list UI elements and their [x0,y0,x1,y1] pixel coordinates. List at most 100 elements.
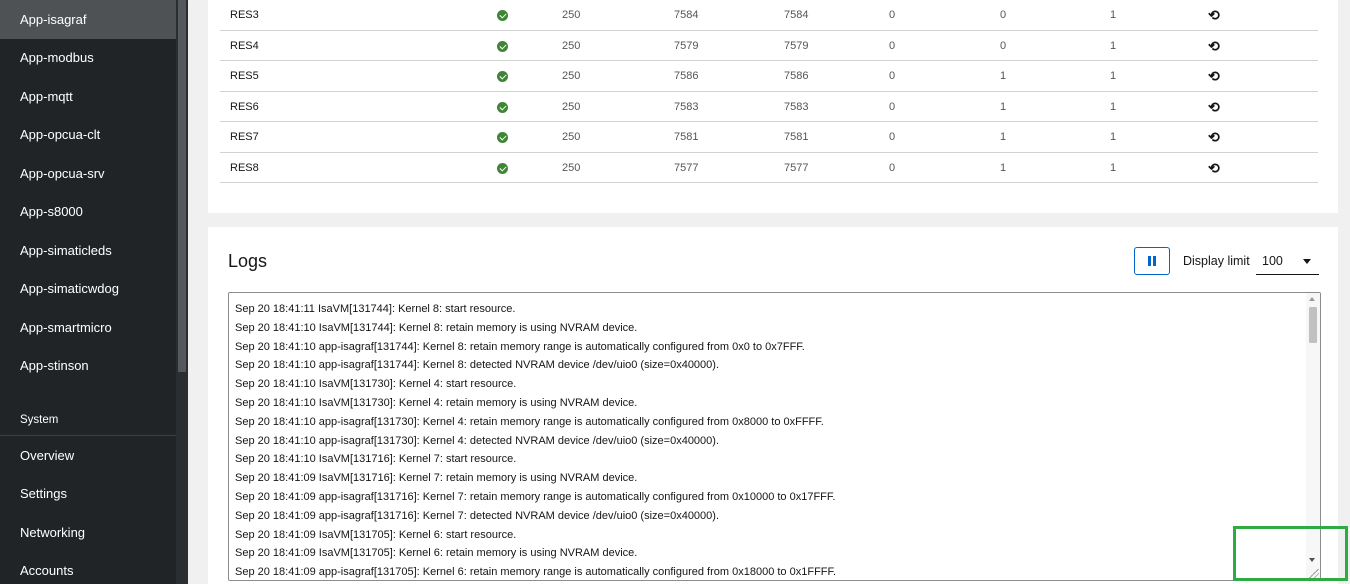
log-line: Sep 20 18:41:09 app-isagraf[131705]: Ker… [235,566,837,579]
sidebar-item-app-modbus[interactable]: App-modbus [0,39,176,78]
sidebar-section-label: System [20,414,59,426]
table-cell: 250 [562,131,581,143]
sidebar-section-system: System [0,405,176,435]
sidebar-item-label: App-stinson [20,358,89,374]
display-limit-select[interactable]: 100 [1256,247,1319,275]
table-cell: 7583 [674,100,699,113]
table-cell: 0 [1000,39,1007,52]
sidebar-item-settings[interactable]: Settings [0,475,176,514]
log-line: Sep 20 18:41:09 app-isagraf[131716]: Ker… [235,509,720,522]
table-cell: 250 [562,9,581,21]
table-cell: 7581 [674,131,699,143]
undo-icon[interactable]: ⟲ [1208,61,1220,91]
table-cell: 7586 [674,70,699,82]
resource-name: RES6 [230,100,259,113]
check-circle-icon [497,0,508,33]
log-line: Sep 20 18:41:10 app-isagraf[131744]: Ker… [235,340,805,353]
sidebar-item-networking[interactable]: Networking [0,513,176,552]
display-limit-label: Display limit [1183,254,1250,268]
sidebar-item-app-simaticwdog[interactable]: App-simaticwdog [0,270,176,309]
log-line: Sep 20 18:41:10 IsaVM[131730]: Kernel 4:… [235,378,517,391]
resource-name: RES7 [230,131,259,143]
table-cell: 0 [889,100,896,113]
table-cell: 7579 [784,39,809,52]
table-cell: 7584 [674,9,699,21]
sidebar-item-app-isagraf[interactable]: App-isagraf [0,0,176,39]
log-line: Sep 20 18:41:10 app-isagraf[131730]: Ker… [235,434,720,447]
display-limit-value: 100 [1262,253,1283,268]
log-line: Sep 20 18:41:09 IsaVM[131716]: Kernel 7:… [235,472,638,485]
table-cell: 0 [889,161,896,174]
sidebar-item-app-smartmicro[interactable]: App-smartmicro [0,308,176,347]
sidebar-item-app-s8000[interactable]: App-s8000 [0,193,176,232]
log-line: Sep 20 18:41:10 IsaVM[131744]: Kernel 8:… [235,321,638,334]
sidebar-item-label: App-mqtt [20,88,73,104]
table-cell: 0 [889,39,896,52]
table-row: RES5 250 7586 7586 0 1 1 ⟲ [220,61,1318,92]
log-scrollbar-thumb[interactable] [1309,307,1317,343]
check-circle-icon [497,31,508,64]
log-textarea[interactable]: Sep 20 18:41:11 IsaVM[131744]: Kernel 8:… [228,292,1321,581]
sidebar-scrollbar-thumb[interactable] [178,0,186,372]
table-cell: 1 [1110,70,1117,82]
sidebar: App-isagraf App-modbus App-mqtt App-opcu… [0,0,188,584]
table-cell: 7577 [674,161,699,174]
scroll-up-arrow-icon[interactable] [1309,297,1315,301]
table-cell: 7577 [784,161,809,174]
log-line: Sep 20 18:41:11 IsaVM[131744]: Kernel 8:… [235,303,516,315]
sidebar-item-app-stinson[interactable]: App-stinson [0,347,176,386]
log-line: Sep 20 18:41:09 app-isagraf[131716]: Ker… [235,490,836,503]
table-cell: 1 [1000,70,1007,82]
sidebar-item-app-mqtt[interactable]: App-mqtt [0,77,176,116]
log-line: Sep 20 18:41:10 IsaVM[131730]: Kernel 4:… [235,396,638,409]
table-cell: 1 [1110,100,1117,113]
resource-name: RES3 [230,9,259,21]
sidebar-item-overview[interactable]: Overview [0,436,176,475]
undo-icon[interactable]: ⟲ [1208,92,1220,122]
log-line: Sep 20 18:41:10 app-isagraf[131730]: Ker… [235,415,824,428]
sidebar-item-accounts[interactable]: Accounts [0,552,176,584]
sidebar-item-app-simaticleds[interactable]: App-simaticleds [0,231,176,270]
sidebar-item-label: App-isagraf [20,11,87,27]
sidebar-item-app-opcua-clt[interactable]: App-opcua-clt [0,116,176,155]
check-circle-icon [497,92,508,125]
undo-icon[interactable]: ⟲ [1208,122,1220,152]
table-cell: 7584 [784,9,809,21]
logs-card: Logs Display limit 100 Sep 20 18:41:11 I… [208,227,1338,584]
table-row: RES8 250 7577 7577 0 1 1 ⟲ [220,153,1318,186]
table-cell: 0 [889,131,896,143]
check-circle-icon [497,153,508,186]
table-cell: 7581 [784,131,809,143]
table-cell: 0 [889,9,896,21]
sidebar-item-label: Networking [20,524,86,540]
table-row: RES4 250 7579 7579 0 0 1 ⟲ [220,31,1318,64]
sidebar-item-label: Accounts [20,563,74,579]
sidebar-item-label: App-smartmicro [20,319,112,335]
log-line: Sep 20 18:41:09 IsaVM[131705]: Kernel 6:… [235,547,638,560]
sidebar-item-label: Settings [20,486,67,502]
sidebar-item-label: App-simaticleds [20,242,112,258]
log-line: Sep 20 18:41:09 IsaVM[131705]: Kernel 6:… [235,528,517,541]
table-cell: 7583 [784,100,809,113]
sidebar-nav-list: App-isagraf App-modbus App-mqtt App-opcu… [0,0,176,584]
sidebar-scrollbar[interactable] [176,0,188,584]
table-cell: 1 [1110,131,1117,143]
log-lines: Sep 20 18:41:11 IsaVM[131744]: Kernel 8:… [235,300,1304,580]
table-cell: 1 [1000,131,1007,143]
table-cell: 1 [1110,9,1117,21]
log-line: Sep 20 18:41:10 app-isagraf[131744]: Ker… [235,359,720,372]
pause-button[interactable] [1134,247,1170,275]
sidebar-item-label: App-simaticwdog [20,281,119,297]
sidebar-item-label: App-s8000 [20,204,83,220]
log-line: Sep 20 18:41:10 IsaVM[131716]: Kernel 7:… [235,453,517,466]
undo-icon[interactable]: ⟲ [1208,153,1220,183]
undo-icon[interactable]: ⟲ [1208,0,1220,30]
table-cell: 1 [1000,100,1007,113]
undo-icon[interactable]: ⟲ [1208,31,1220,61]
sidebar-item-label: Overview [20,447,75,463]
resources-table: RES3 250 7584 7584 0 0 1 ⟲ RES4 250 7579… [220,0,1318,183]
sidebar-item-app-opcua-srv[interactable]: App-opcua-srv [0,154,176,193]
sidebar-item-label: App-opcua-clt [20,127,101,143]
table-cell: 7579 [674,39,699,52]
